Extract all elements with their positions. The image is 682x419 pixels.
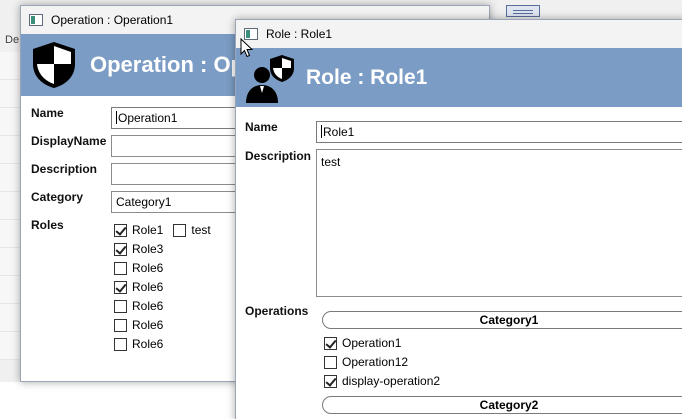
operation-label: display-operation2: [342, 374, 441, 388]
operation-checkbox-row: Operation12: [324, 355, 418, 369]
role-label: Role6: [132, 280, 164, 294]
operation-checkbox-row: display-operation2: [324, 374, 450, 388]
operation-checkbox[interactable]: [324, 374, 337, 388]
role-checkbox-row: Role6: [114, 299, 173, 313]
role-checkbox-row: Role6: [114, 261, 173, 275]
background-list: [0, 52, 22, 382]
role-header: Role : Role1: [236, 48, 682, 107]
role-label: Role6: [132, 337, 164, 351]
displayname-label: DisplayName: [31, 134, 107, 148]
text-caret: [116, 111, 117, 124]
role-checkbox[interactable]: [114, 223, 127, 237]
category1-button[interactable]: Category1: [322, 311, 682, 329]
role-checkbox-row: Role6: [114, 337, 173, 351]
operation-name-value: Operation1: [118, 111, 178, 125]
operation-header-title: Operation : Op: [90, 52, 244, 77]
operation-checkbox[interactable]: [324, 336, 337, 350]
role-checkbox[interactable]: [114, 318, 127, 332]
role-name-input[interactable]: Role1: [316, 121, 682, 143]
role-label: Role6: [132, 299, 164, 313]
restore-window-icon[interactable]: [506, 5, 540, 17]
role-checkbox-row: Role6: [114, 280, 173, 294]
app-window-icon: [29, 14, 43, 26]
operation-label: Operation1: [342, 336, 402, 350]
category-label: Category: [31, 190, 84, 204]
description-label: Description: [31, 162, 98, 176]
shield-icon: [33, 42, 75, 88]
role-checkbox-row: Role1 test: [114, 223, 221, 237]
roles-label: Roles: [31, 218, 64, 232]
role-checkbox-row: Role3: [114, 242, 173, 256]
role-description-input[interactable]: test: [316, 149, 682, 297]
mouse-pointer-icon: [240, 38, 254, 58]
role-checkbox[interactable]: [114, 280, 127, 294]
role-checkbox-row: Role6: [114, 318, 173, 332]
description-label: Description: [245, 149, 312, 163]
role-checkbox[interactable]: [114, 337, 127, 351]
category2-button[interactable]: Category2: [322, 396, 682, 414]
operation-checkbox-row: Operation1: [324, 336, 411, 350]
role-label: Role6: [132, 318, 164, 332]
role-checkbox[interactable]: [173, 223, 187, 237]
operation-checkbox[interactable]: [324, 355, 337, 369]
role-label: test: [191, 223, 211, 237]
role-checkbox[interactable]: [114, 242, 127, 256]
role-label: Role3: [132, 242, 164, 256]
role-checkbox[interactable]: [114, 299, 127, 313]
role-window-titlebar[interactable]: Role : Role1: [236, 20, 682, 48]
role-header-title: Role : Role1: [306, 65, 428, 89]
role-name-value: Role1: [323, 125, 355, 139]
name-label: Name: [245, 120, 278, 134]
role-window-title: Role : Role1: [266, 27, 333, 41]
operations-label: Operations: [245, 304, 309, 318]
user-shield-icon: [246, 54, 294, 103]
text-caret: [321, 125, 322, 138]
role-checkbox[interactable]: [114, 261, 127, 275]
role-window: Role : Role1 Role : Role1 Name Role1 Des…: [235, 19, 682, 419]
role-label: Role1: [132, 223, 164, 237]
role-label: Role6: [132, 261, 164, 275]
operation-label: Operation12: [342, 355, 409, 369]
operation-window-title: Operation : Operation1: [51, 13, 174, 27]
name-label: Name: [31, 106, 64, 120]
